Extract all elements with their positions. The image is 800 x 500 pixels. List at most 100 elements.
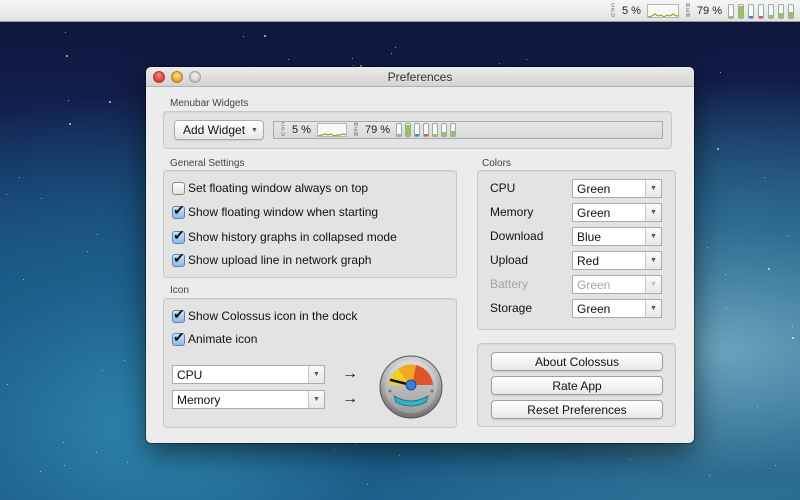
- star: [69, 123, 71, 125]
- color-select-cpu[interactable]: Green ▼: [572, 179, 662, 198]
- level-bar: [441, 123, 448, 137]
- dropdown-icon: ▼: [645, 180, 661, 197]
- checkbox[interactable]: ✔: [172, 202, 185, 219]
- level-bar-fill: [397, 134, 402, 136]
- actions-group: About Colossus Rate App Reset Preference…: [477, 343, 676, 427]
- dropdown-icon: ▼: [308, 366, 324, 383]
- preview-cpu-graph: [316, 123, 347, 137]
- level-bar: [414, 123, 421, 137]
- select-value: Green: [577, 301, 611, 316]
- level-bar: [768, 3, 774, 19]
- add-widget-label: Add Widget: [183, 123, 246, 137]
- checkbox[interactable]: [172, 181, 185, 195]
- option-show-on-start[interactable]: ✔ Show floating window when starting: [172, 202, 379, 219]
- add-widget-button[interactable]: Add Widget ▼: [174, 120, 264, 140]
- star: [391, 53, 392, 54]
- option-label: Show Colossus icon in the dock: [188, 309, 358, 323]
- star: [41, 198, 42, 199]
- star: [6, 194, 7, 195]
- level-bar-fill: [424, 134, 429, 136]
- color-select-download[interactable]: Blue ▼: [572, 227, 662, 246]
- level-bar-fill: [739, 5, 743, 18]
- gauge-source-2-select[interactable]: Memory ▼: [172, 390, 325, 409]
- select-value: Red: [577, 253, 600, 268]
- widget-preview-strip[interactable]: CPU 5 % MEM 79 %: [273, 121, 663, 139]
- star: [64, 465, 65, 466]
- menubar-level-bars: [728, 3, 794, 19]
- arrow-right-icon: →: [342, 390, 358, 407]
- star: [7, 384, 8, 385]
- option-label: Show floating window when starting: [188, 205, 379, 219]
- select-value: Green: [577, 205, 611, 220]
- level-bar: [405, 123, 412, 137]
- level-bar: [728, 3, 734, 19]
- dropdown-icon: ▼: [645, 300, 661, 317]
- star: [124, 360, 125, 361]
- star: [717, 148, 719, 150]
- checkbox[interactable]: ✔: [172, 250, 185, 267]
- level-bar-fill: [779, 12, 783, 18]
- star: [367, 484, 368, 485]
- option-label: Show history graphs in collapsed mode: [188, 230, 397, 244]
- preview-mem-value: 79 %: [364, 124, 391, 136]
- mem-vertical-label: MEM: [685, 2, 690, 19]
- icon-section-label: Icon: [170, 285, 189, 296]
- star: [353, 65, 354, 66]
- about-colossus-button[interactable]: About Colossus: [491, 352, 663, 371]
- star: [709, 475, 710, 476]
- general-settings-label: General Settings: [170, 158, 245, 169]
- color-select-battery: Green ▼: [572, 275, 662, 294]
- star: [63, 442, 64, 443]
- level-bar: [758, 3, 764, 19]
- dropdown-icon: ▼: [645, 252, 661, 269]
- select-value: Memory: [177, 392, 221, 407]
- color-select-storage[interactable]: Green ▼: [572, 299, 662, 318]
- rate-app-button[interactable]: Rate App: [491, 376, 663, 395]
- option-upload-line[interactable]: ✔ Show upload line in network graph: [172, 250, 372, 267]
- dropdown-icon: ▼: [308, 391, 324, 408]
- icon-group: ✔ Show Colossus icon in the dock ✔ Anima…: [163, 298, 457, 428]
- dropdown-icon: ▼: [645, 228, 661, 245]
- star: [764, 177, 765, 178]
- option-show-dock-icon[interactable]: ✔ Show Colossus icon in the dock: [172, 306, 358, 323]
- option-history-graphs[interactable]: ✔ Show history graphs in collapsed mode: [172, 227, 397, 244]
- star: [96, 452, 97, 453]
- color-select-memory[interactable]: Green ▼: [572, 203, 662, 222]
- level-bar-fill: [451, 131, 456, 136]
- gauge-source-1-select[interactable]: CPU ▼: [172, 365, 325, 384]
- dropdown-icon: ▼: [645, 204, 661, 221]
- star: [526, 59, 527, 60]
- star: [97, 234, 98, 235]
- level-bar-fill: [729, 15, 733, 18]
- menubar-mem-value: 79 %: [696, 5, 722, 17]
- star: [499, 63, 500, 64]
- star: [19, 177, 20, 178]
- star: [720, 72, 721, 73]
- option-always-on-top[interactable]: Set floating window always on top: [172, 181, 368, 195]
- star: [395, 47, 396, 48]
- general-settings-group: Set floating window always on top ✔ Show…: [163, 170, 457, 278]
- color-label-battery: Battery: [490, 277, 529, 291]
- checkbox[interactable]: ✔: [172, 329, 185, 346]
- title-bar[interactable]: Preferences: [146, 67, 694, 87]
- color-select-upload[interactable]: Red ▼: [572, 251, 662, 270]
- checkbox[interactable]: ✔: [172, 227, 185, 244]
- star: [630, 459, 631, 460]
- select-value: Blue: [577, 229, 602, 244]
- preview-cpu-value: 5 %: [292, 124, 311, 136]
- option-label: Show upload line in network graph: [188, 253, 372, 267]
- reset-preferences-button[interactable]: Reset Preferences: [491, 400, 663, 419]
- color-label-cpu: CPU: [490, 181, 516, 195]
- star: [109, 101, 111, 103]
- star: [243, 36, 244, 37]
- star: [792, 337, 794, 339]
- checkbox[interactable]: ✔: [172, 306, 185, 323]
- star: [87, 251, 88, 252]
- option-label: Set floating window always on top: [188, 181, 369, 195]
- star: [334, 449, 335, 450]
- option-animate-icon[interactable]: ✔ Animate icon: [172, 329, 257, 346]
- star: [355, 444, 356, 445]
- level-bar: [748, 3, 754, 19]
- preview-level-bars: [396, 123, 457, 137]
- menubar-widgets[interactable]: CPU 5 % MEM 79 %: [610, 0, 794, 22]
